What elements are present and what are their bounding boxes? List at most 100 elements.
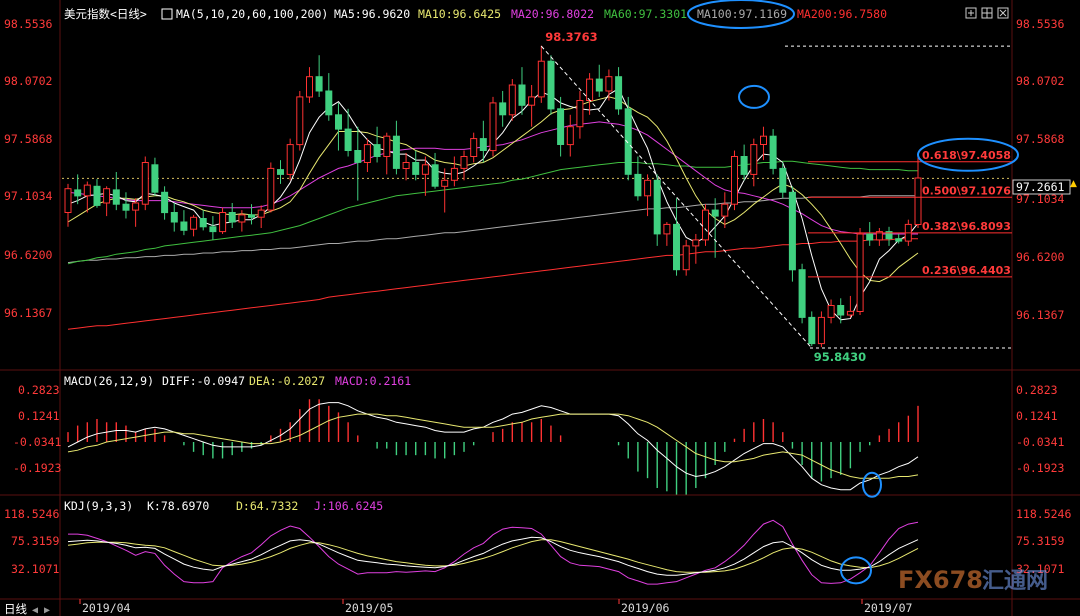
candle-down [895, 238, 903, 242]
date-label: 2019/06 [621, 601, 670, 615]
fib-label: 0.382\96.8093 [922, 220, 1011, 233]
ma60-value: MA60:97.3301 [604, 7, 687, 21]
candle-down [547, 60, 555, 110]
left-axis-label: 97.1034 [4, 189, 53, 203]
candle-down [740, 156, 748, 175]
candle-down [161, 191, 169, 214]
candle-up [103, 188, 111, 204]
right-axis-label: 118.5246 [1016, 507, 1071, 521]
candle-up [750, 144, 758, 175]
watermark: FX678 汇通网 [898, 566, 1048, 594]
left-axis-label: 97.5868 [4, 132, 53, 146]
right-axis-label: -0.0341 [1016, 435, 1065, 449]
candle-down [412, 162, 420, 175]
kdj-k: K:78.6970 [147, 499, 209, 513]
kdj-j: J:106.6245 [314, 499, 383, 513]
candle-up [605, 76, 613, 92]
macd-dea-line [67, 413, 919, 479]
bottom-axis: 日线 ◀ ▶ 2019/04 2019/05 2019/06 2019/07 [2, 599, 913, 616]
kdj-header: KDJ(9,3,3) K:78.6970 D:64.7332 J:106.624… [64, 499, 383, 513]
highlight-circle-macd [862, 471, 882, 498]
right-axis-label: 0.1241 [1016, 409, 1058, 423]
kdj-k-line [67, 536, 919, 576]
ma200-value: MA200:96.7580 [797, 7, 887, 21]
candle-up [219, 212, 227, 233]
left-axis-label: -0.1923 [13, 461, 62, 475]
candle-down [112, 189, 120, 205]
candle-down [798, 269, 806, 318]
candle-down [335, 114, 342, 130]
candle-up [586, 78, 594, 101]
highlight-circle-peak [738, 84, 770, 109]
watermark-cn: 汇通网 [982, 569, 1048, 594]
candle-up [692, 239, 700, 247]
macd-diff-line [67, 402, 919, 491]
left-axis-label: 32.1071 [11, 562, 60, 576]
move-icon[interactable] [965, 7, 977, 19]
candle-up [731, 156, 738, 205]
candle-down [673, 223, 680, 271]
fib-label: 0.618\97.4058 [922, 149, 1011, 162]
candle-up [402, 162, 410, 169]
candle-down [170, 212, 178, 223]
candle-down [122, 203, 130, 211]
tile-icon[interactable] [981, 7, 993, 19]
candle-down [837, 305, 845, 316]
close-icon[interactable] [997, 7, 1009, 19]
candle-up [306, 76, 313, 98]
left-axis-label: 118.5246 [4, 507, 59, 521]
candle-down [354, 150, 362, 163]
trend-dashed-line [540, 45, 813, 349]
left-axis-label: 75.3159 [11, 534, 60, 548]
macd-panel[interactable] [67, 399, 919, 495]
right-axis-label: 96.6200 [1016, 250, 1065, 264]
ma100-value: MA100:97.1169 [697, 7, 787, 21]
macd-params: MACD(26,12,9) [64, 374, 154, 388]
right-axis-label: -0.1923 [1016, 461, 1065, 475]
candle-down [479, 138, 487, 152]
low-price-label: 95.8430 [814, 350, 866, 364]
candle-down [634, 173, 642, 197]
watermark-brand: FX678 [898, 566, 983, 594]
period-label[interactable]: 日线 [4, 602, 27, 616]
ma-params: MA(5,10,20,60,100,200) [176, 7, 328, 21]
fib-label: 0.500\97.1076 [922, 184, 1011, 197]
kdj-panel[interactable] [67, 519, 919, 585]
high-price-label: 98.3763 [545, 30, 597, 44]
right-axis-label: 96.1367 [1016, 308, 1065, 322]
candle-down [209, 226, 217, 233]
candle-down [769, 135, 777, 169]
prev-arrow-icon[interactable]: ◀ [32, 605, 38, 616]
kdj-params: KDJ(9,3,3) [64, 499, 133, 513]
candle-up [702, 209, 709, 241]
candle-down [557, 108, 565, 146]
candle-down [228, 212, 236, 223]
window-controls [965, 7, 1009, 19]
macd-dea: DEA:-0.2027 [249, 374, 325, 388]
price-panel[interactable] [62, 45, 1012, 348]
right-axis-label: 98.0702 [1016, 74, 1064, 88]
candle-down [595, 78, 603, 92]
candle-up [470, 138, 478, 158]
candle-up [827, 305, 835, 318]
candle-down [779, 167, 787, 193]
indicator-box-icon[interactable] [161, 8, 173, 20]
candle-up [238, 214, 246, 223]
candle-down [499, 102, 507, 116]
candle-up [257, 209, 265, 218]
candle-down [392, 135, 400, 169]
right-axis-label: 98.5536 [1016, 17, 1065, 31]
candle-down [151, 164, 159, 193]
right-axis-label: 97.5868 [1016, 132, 1065, 146]
candle-down [373, 144, 381, 158]
candle-up [817, 316, 825, 345]
next-arrow-icon[interactable]: ▶ [44, 605, 50, 616]
stock-chart[interactable]: 美元指数<日线> MA(5,10,20,60,100,200) MA5:96.9… [0, 0, 1080, 616]
candle-down [344, 128, 352, 152]
candle-down [624, 108, 632, 175]
candle-up [508, 84, 516, 116]
candle-down [315, 76, 323, 92]
date-label: 2019/07 [864, 601, 913, 615]
candle-down [615, 76, 623, 110]
left-axis-label: -0.0341 [13, 435, 62, 449]
